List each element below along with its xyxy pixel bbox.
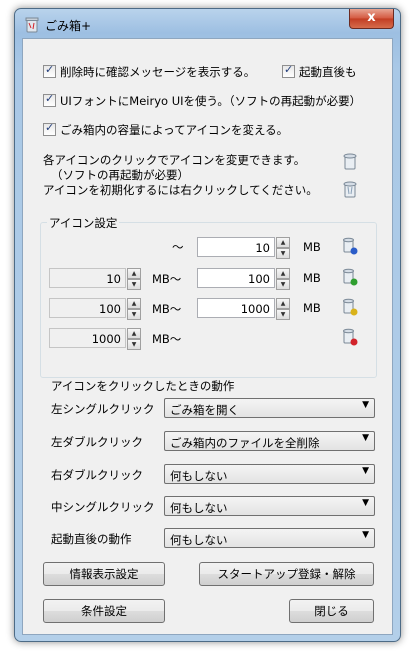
icon-by-size-checkbox[interactable]: [43, 121, 56, 136]
confirm-delete-checkbox[interactable]: [43, 63, 56, 78]
middle-single-click-value: 何もしない: [170, 501, 228, 515]
confirm-delete-label: 削除時に確認メッセージを表示する。: [60, 65, 256, 79]
chevron-down-icon: ▼: [362, 400, 369, 410]
chevron-down-icon: ▼: [362, 530, 369, 540]
info-line-2: （ソフトの再起動が必要）: [51, 168, 189, 182]
level2-unit-tilde: MB〜: [152, 272, 182, 286]
trash-default-icon[interactable]: [341, 179, 359, 199]
info-display-settings-button[interactable]: 情報表示設定: [43, 562, 165, 586]
level1-unit: MB: [303, 240, 321, 254]
level1-max-input[interactable]: 10: [197, 237, 275, 257]
trash-yellow-icon[interactable]: [341, 297, 359, 317]
chevron-down-icon: ▼: [362, 498, 369, 508]
right-double-click-value: 何もしない: [170, 469, 228, 483]
startup-register-button[interactable]: スタートアップ登録・解除: [199, 562, 374, 586]
tilde-label: 〜: [172, 240, 184, 254]
left-double-click-select[interactable]: ごみ箱内のファイルを全削除 ▼: [164, 431, 375, 451]
trash-empty-icon[interactable]: [341, 151, 359, 171]
right-double-click-select[interactable]: 何もしない ▼: [164, 464, 375, 484]
chevron-down-icon: ▼: [362, 466, 369, 476]
middle-single-click-select[interactable]: 何もしない ▼: [164, 496, 375, 516]
startup-action-value: 何もしない: [170, 533, 228, 547]
level3-min-input[interactable]: 100: [49, 298, 126, 318]
condition-settings-button[interactable]: 条件設定: [43, 599, 165, 623]
level3-max-spinner[interactable]: ▲ ▼: [276, 298, 290, 320]
icon-settings-label: アイコン設定: [47, 215, 120, 231]
left-single-click-select[interactable]: ごみ箱を開く ▼: [164, 398, 375, 418]
startup-checkbox[interactable]: [282, 63, 295, 78]
trash-can-icon: [25, 17, 39, 33]
level4-unit-tilde: MB〜: [152, 332, 182, 346]
middle-single-click-label: 中シングルクリック: [51, 500, 155, 514]
meiryo-checkbox[interactable]: [43, 92, 56, 107]
left-single-click-label: 左シングルクリック: [51, 402, 155, 416]
trash-red-icon[interactable]: [341, 327, 359, 347]
level3-unit: MB: [303, 301, 321, 315]
right-double-click-label: 右ダブルクリック: [51, 468, 143, 482]
app-window: ごみ箱+ x 削除時に確認メッセージを表示する。 起動直後も UIフォントにMe…: [14, 8, 401, 642]
left-double-click-value: ごみ箱内のファイルを全削除: [170, 436, 320, 450]
window-title: ごみ箱+: [45, 19, 92, 33]
level4-min-spinner[interactable]: ▲ ▼: [127, 328, 141, 350]
info-line-3: アイコンを初期化するには右クリックしてください。: [43, 183, 318, 197]
left-single-click-value: ごみ箱を開く: [170, 403, 239, 417]
close-button[interactable]: 閉じる: [289, 599, 374, 623]
level2-max-input[interactable]: 100: [197, 268, 275, 288]
close-window-button[interactable]: x: [349, 9, 394, 29]
chevron-down-icon: ▼: [362, 433, 369, 443]
level2-min-input[interactable]: 10: [49, 268, 126, 288]
trash-blue-icon[interactable]: [341, 236, 359, 256]
level1-max-spinner[interactable]: ▲ ▼: [276, 237, 290, 259]
client-area: 削除時に確認メッセージを表示する。 起動直後も UIフォントにMeiryo UI…: [22, 38, 393, 635]
startup-label: 起動直後も: [299, 65, 357, 79]
meiryo-label: UIフォントにMeiryo UIを使う。（ソフトの再起動が必要）: [60, 94, 362, 108]
click-actions-label: アイコンをクリックしたときの動作: [51, 379, 235, 393]
icon-by-size-label: ごみ箱内の容量によってアイコンを変える。: [60, 123, 289, 137]
level2-max-spinner[interactable]: ▲ ▼: [276, 268, 290, 290]
trash-green-icon[interactable]: [341, 267, 359, 287]
left-double-click-label: 左ダブルクリック: [51, 435, 143, 449]
level4-min-input[interactable]: 1000: [49, 328, 126, 348]
level2-min-spinner[interactable]: ▲ ▼: [127, 268, 141, 290]
level3-unit-tilde: MB〜: [152, 302, 182, 316]
level3-min-spinner[interactable]: ▲ ▼: [127, 298, 141, 320]
level3-max-input[interactable]: 1000: [197, 298, 275, 318]
icon-settings-group: アイコン設定 〜 10 ▲▼ MB 10 ▲▼ MB〜 100 ▲▼ MB: [40, 215, 377, 378]
info-line-1: 各アイコンのクリックでアイコンを変更できます。: [43, 153, 306, 167]
title-bar[interactable]: ごみ箱+ x: [15, 9, 400, 39]
level2-unit: MB: [303, 271, 321, 285]
startup-action-label: 起動直後の動作: [51, 532, 132, 546]
startup-action-select[interactable]: 何もしない ▼: [164, 528, 375, 548]
